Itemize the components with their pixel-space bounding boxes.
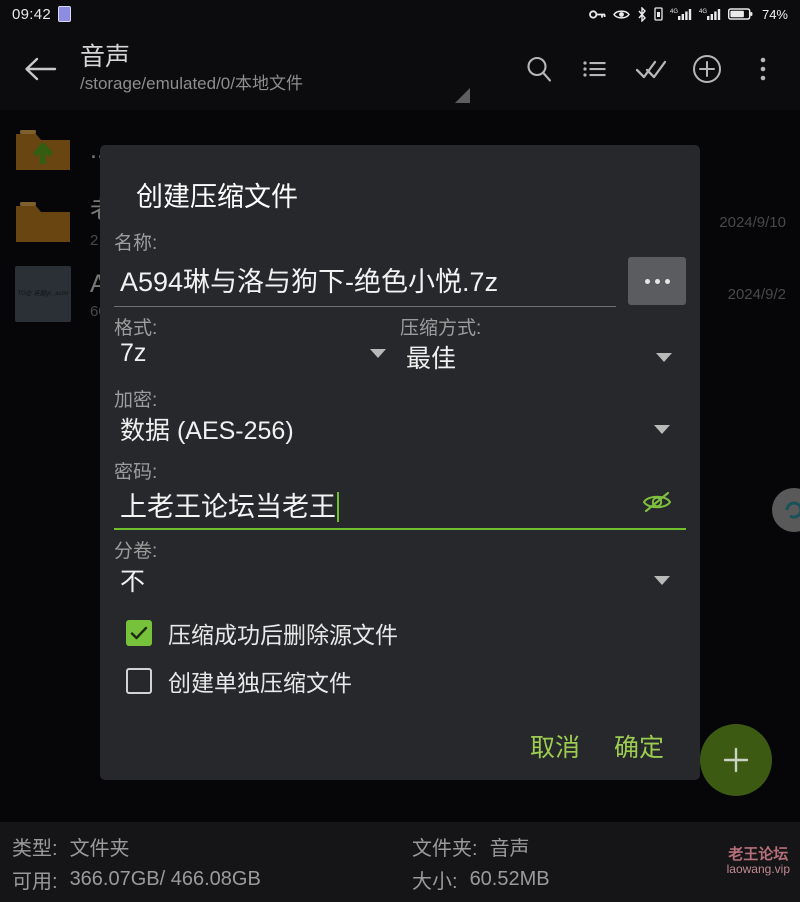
chevron-down-icon — [656, 352, 672, 362]
size-label: 大小: — [412, 871, 458, 893]
archive-name-input[interactable]: A594琳与洛与狗下-绝色小悦.7z — [114, 258, 616, 307]
check-icon — [130, 626, 148, 640]
toolbar-titles: 音声 /storage/emulated/0/本地文件 — [80, 43, 303, 96]
battery-icon — [727, 8, 753, 20]
signal-4g-icon: 4G — [670, 9, 692, 20]
split-label: 分卷: — [114, 541, 158, 562]
method-value: 最佳 — [406, 345, 457, 373]
search-button[interactable] — [516, 46, 562, 92]
status-icons: 4G 4G 74% — [589, 6, 788, 22]
confirm-button[interactable]: 确定 — [614, 728, 664, 764]
type-label: 类型: — [12, 838, 58, 860]
name-label: 名称: — [114, 233, 158, 254]
type-group: 类型: 文件夹 — [12, 832, 412, 861]
free-group: 可用: 366.07GB/ 466.08GB — [12, 865, 412, 894]
sim-icon — [654, 7, 663, 21]
free-value: 366.07GB/ 466.08GB — [69, 868, 261, 890]
dot-3 — [664, 278, 670, 284]
svg-text:4G: 4G — [670, 9, 678, 15]
watermark-title: 老王论坛 — [728, 846, 789, 863]
format-value: 7z — [120, 339, 147, 367]
search-icon — [527, 56, 552, 82]
watermark-url: laowang.vip — [726, 862, 790, 877]
text-cursor — [337, 492, 339, 522]
battery-percent: 74% — [761, 6, 788, 22]
folder-value: 音声 — [489, 838, 530, 860]
password-input[interactable]: 上老王论坛当老王 — [114, 485, 339, 524]
password-text: 上老王论坛当老王 — [120, 492, 336, 522]
status-info-bar: 类型: 文件夹 文件夹: 音声 可用: 366.07GB/ 466.08GB 大… — [0, 822, 800, 902]
plus-icon — [723, 747, 749, 773]
delete-source-checkbox[interactable] — [126, 620, 152, 646]
signal-4g-icon-2: 4G — [699, 9, 721, 20]
separate-archives-checkbox[interactable] — [126, 668, 152, 694]
cancel-button[interactable]: 取消 — [530, 728, 580, 764]
resize-handle-icon — [455, 88, 470, 103]
delete-source-label: 压缩成功后删除源文件 — [168, 622, 398, 648]
create-archive-dialog: 创建压缩文件 名称: A594琳与洛与狗下-绝色小悦.7z 格式: 7z 压缩方… — [100, 145, 700, 780]
select-all-icon — [635, 60, 667, 79]
method-col: 压缩方式: 最佳 — [400, 307, 686, 379]
chevron-down-icon — [654, 424, 670, 434]
overflow-menu-button[interactable] — [740, 46, 786, 92]
select-all-button[interactable] — [628, 46, 674, 92]
svg-text:4G: 4G — [699, 9, 707, 15]
delete-source-checkbox-row[interactable]: 压缩成功后删除源文件 — [114, 616, 686, 650]
password-visibility-toggle[interactable] — [642, 490, 672, 519]
browse-button[interactable] — [628, 257, 686, 305]
dot-1 — [644, 278, 650, 284]
notification-app-icon — [58, 6, 72, 22]
toolbar-actions — [516, 46, 786, 92]
type-value: 文件夹 — [69, 838, 130, 860]
encryption-select[interactable]: 数据 (AES-256) — [114, 410, 686, 451]
dialog-actions: 取消 确定 — [114, 728, 686, 764]
list-view-icon — [583, 61, 606, 77]
breadcrumb-path: /storage/emulated/0/本地文件 — [80, 74, 303, 94]
size-value: 60.52MB — [469, 868, 550, 890]
name-row: A594琳与洛与狗下-绝色小悦.7z — [114, 257, 686, 307]
password-label: 密码: — [114, 462, 158, 483]
separate-archives-checkbox-row[interactable]: 创建单独压缩文件 — [114, 664, 686, 698]
chevron-down-icon — [370, 349, 386, 358]
format-col: 格式: 7z — [114, 307, 400, 379]
status-bar: 09:42 4G 4G 74% — [0, 0, 800, 28]
format-select[interactable]: 7z — [114, 338, 400, 372]
format-method-row: 格式: 7z 压缩方式: 最佳 — [114, 307, 686, 379]
status-time: 09:42 — [12, 5, 52, 23]
eye-icon — [613, 9, 630, 19]
encryption-label: 加密: — [114, 390, 158, 411]
app-toolbar: 音声 /storage/emulated/0/本地文件 — [0, 28, 800, 110]
dialog-title: 创建压缩文件 — [136, 182, 298, 212]
list-view-button[interactable] — [572, 46, 618, 92]
size-group: 大小: 60.52MB — [412, 865, 550, 894]
separate-archives-label: 创建单独压缩文件 — [168, 670, 352, 696]
eye-off-icon — [642, 491, 672, 513]
method-label: 压缩方式: — [400, 318, 482, 339]
encryption-value: 数据 (AES-256) — [120, 417, 294, 445]
format-label: 格式: — [114, 318, 158, 339]
arrow-left-icon — [25, 57, 57, 81]
watermark: 老王论坛 laowang.vip — [727, 846, 790, 877]
info-row-1: 类型: 文件夹 文件夹: 音声 — [12, 830, 788, 863]
more-vert-icon — [760, 57, 766, 81]
phone-screen: 09:42 4G 4G 74% 音声 /storage/emulated/0/本… — [0, 0, 800, 902]
add-circle-icon — [693, 55, 721, 83]
password-field[interactable]: 上老王论坛当老王 — [114, 485, 686, 530]
info-row-2: 可用: 366.07GB/ 466.08GB 大小: 60.52MB — [12, 863, 788, 896]
split-select[interactable]: 不 — [114, 561, 686, 602]
key-icon — [589, 9, 606, 19]
add-button[interactable] — [684, 46, 730, 92]
folder-label: 文件夹: — [412, 838, 478, 860]
folder-group: 文件夹: 音声 — [412, 832, 530, 861]
split-value: 不 — [120, 568, 146, 596]
free-label: 可用: — [12, 871, 58, 893]
add-fab-button[interactable] — [700, 724, 772, 796]
chevron-down-icon — [654, 575, 670, 585]
dot-2 — [654, 278, 660, 284]
page-title: 音声 — [80, 42, 131, 71]
method-select[interactable]: 最佳 — [400, 338, 686, 379]
back-button[interactable] — [14, 43, 66, 95]
bluetooth-icon — [638, 6, 646, 22]
